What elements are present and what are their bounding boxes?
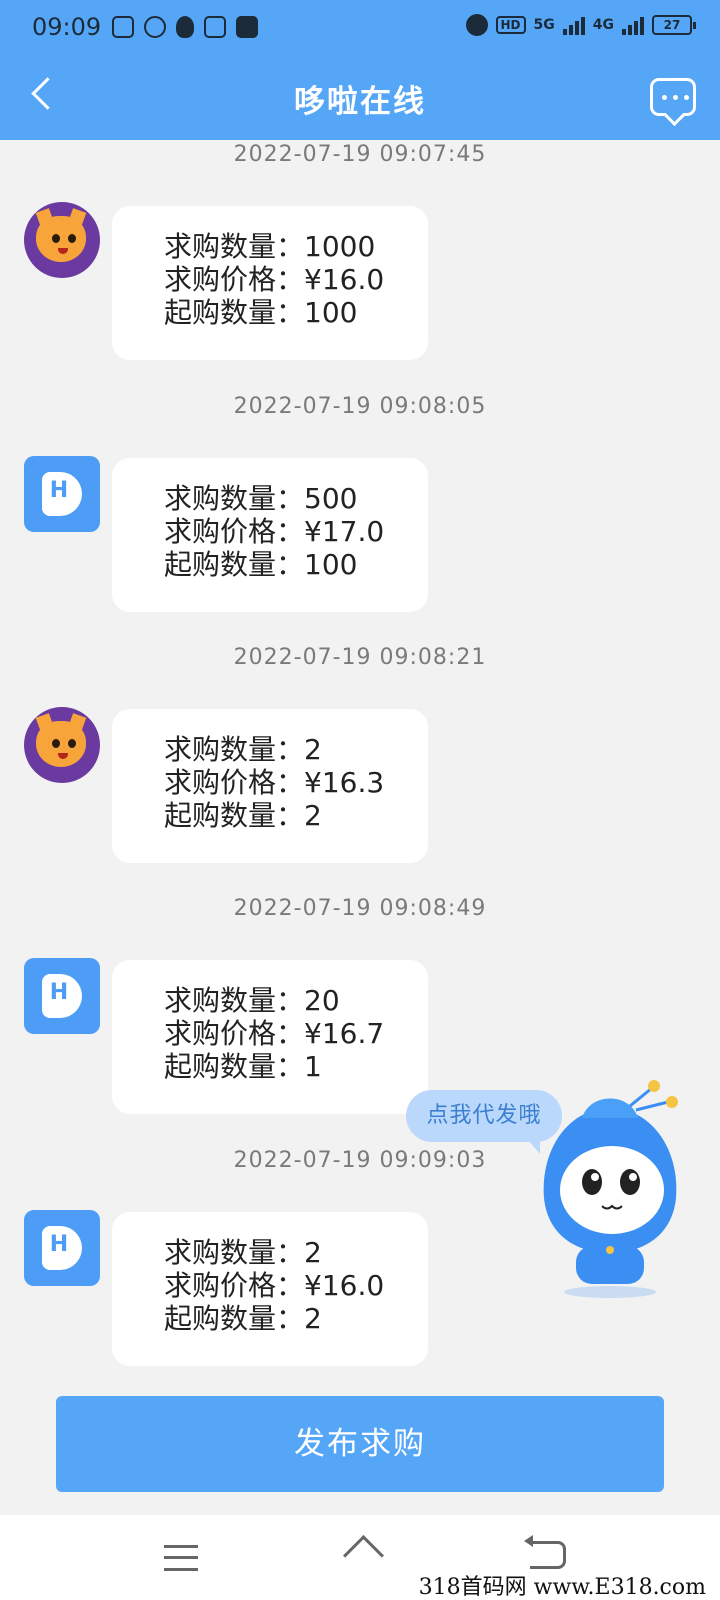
app-avatar[interactable]: H bbox=[24, 456, 100, 532]
cat-eye bbox=[68, 739, 76, 748]
mascot-icon[interactable] bbox=[530, 1078, 690, 1308]
quantity-label: 求购数量： bbox=[164, 733, 305, 766]
notification-icons bbox=[112, 16, 258, 38]
min-quantity-label: 起购数量： bbox=[164, 296, 305, 329]
quantity-label: 求购数量： bbox=[164, 984, 305, 1017]
price-row: 求购价格：¥16.3 bbox=[164, 766, 428, 799]
signal-4g-icon bbox=[622, 15, 644, 35]
min-quantity-label: 起购数量： bbox=[164, 1050, 305, 1083]
min-quantity-row: 起购数量：1 bbox=[164, 1050, 428, 1083]
cat-eye bbox=[52, 739, 60, 748]
network-5g-label: 5G bbox=[533, 17, 555, 33]
publish-purchase-button[interactable]: 发布求购 bbox=[56, 1396, 664, 1492]
app-logo-letter: H bbox=[49, 478, 69, 503]
page-title: 哆啦在线 bbox=[294, 84, 426, 120]
price-value: ¥16.3 bbox=[304, 766, 385, 799]
quantity-value: 1000 bbox=[304, 230, 376, 263]
app-logo-icon: H bbox=[42, 974, 82, 1018]
quantity-row: 求购数量：2 bbox=[164, 733, 428, 766]
quantity-label: 求购数量： bbox=[164, 482, 305, 515]
price-value: ¥16.0 bbox=[304, 263, 385, 296]
chat-bubble[interactable]: 求购数量：1000 求购价格：¥16.0 起购数量：100 bbox=[112, 206, 428, 360]
app-notification-icon bbox=[236, 16, 258, 38]
price-row: 求购价格：¥16.0 bbox=[164, 1269, 428, 1302]
quantity-value: 2 bbox=[304, 1236, 322, 1269]
cat-eye bbox=[68, 234, 76, 243]
chat-bubble[interactable]: 求购数量：500 求购价格：¥17.0 起购数量：100 bbox=[112, 458, 428, 612]
quantity-row: 求购数量：500 bbox=[164, 482, 428, 515]
price-value: ¥17.0 bbox=[304, 515, 385, 548]
price-value: ¥16.0 bbox=[304, 1269, 385, 1302]
hd-indicator: HD bbox=[495, 16, 526, 34]
min-quantity-row: 起购数量：100 bbox=[164, 296, 428, 329]
min-quantity-value: 100 bbox=[304, 296, 358, 329]
signal-5g-icon bbox=[562, 15, 585, 35]
hotspot-notification-icon bbox=[204, 16, 226, 38]
header-bar: 哆啦在线 bbox=[0, 56, 720, 140]
message-chat-icon[interactable] bbox=[650, 78, 696, 116]
quantity-row: 求购数量：20 bbox=[164, 984, 428, 1017]
menu-icon[interactable] bbox=[164, 1545, 198, 1571]
message-timestamp: 2022-07-19 09:08:49 bbox=[233, 896, 487, 921]
message-timestamp: 2022-07-19 09:07:45 bbox=[233, 142, 487, 167]
price-label: 求购价格： bbox=[164, 766, 305, 799]
home-icon[interactable] bbox=[340, 1537, 386, 1573]
app-avatar[interactable]: H bbox=[24, 1210, 100, 1286]
quantity-row: 求购数量：1000 bbox=[164, 230, 428, 263]
min-quantity-value: 2 bbox=[304, 799, 322, 832]
min-quantity-value: 1 bbox=[304, 1050, 322, 1083]
quantity-value: 20 bbox=[304, 984, 340, 1017]
price-row: 求购价格：¥17.0 bbox=[164, 515, 428, 548]
qq-notification-icon bbox=[176, 16, 194, 38]
quantity-value: 2 bbox=[304, 733, 322, 766]
cat-face bbox=[36, 721, 86, 767]
price-value: ¥16.7 bbox=[304, 1017, 385, 1050]
price-row: 求购价格：¥16.0 bbox=[164, 263, 428, 296]
watermark-text: 318首码网 www.E318.com bbox=[414, 1569, 710, 1600]
cat-face bbox=[36, 216, 86, 262]
network-4g-label: 4G bbox=[592, 17, 614, 33]
min-quantity-label: 起购数量： bbox=[164, 799, 305, 832]
chat-bubble[interactable]: 求购数量：2 求购价格：¥16.0 起购数量：2 bbox=[112, 1212, 428, 1366]
chat-bubble[interactable]: 求购数量：2 求购价格：¥16.3 起购数量：2 bbox=[112, 709, 428, 863]
price-label: 求购价格： bbox=[164, 1269, 305, 1302]
alarm-icon bbox=[465, 14, 488, 36]
gallery-notification-icon bbox=[112, 16, 134, 38]
min-quantity-row: 起购数量：100 bbox=[164, 548, 428, 581]
chat-dots bbox=[662, 95, 689, 100]
min-quantity-row: 起购数量：2 bbox=[164, 1302, 428, 1335]
back-arrow-icon[interactable] bbox=[524, 1535, 566, 1569]
status-right: HD 5G 4G 27 bbox=[465, 14, 696, 36]
message-timestamp: 2022-07-19 09:08:21 bbox=[233, 645, 487, 670]
sync-notification-icon bbox=[144, 16, 166, 38]
message-timestamp: 2022-07-19 09:08:05 bbox=[233, 394, 487, 419]
min-quantity-label: 起购数量： bbox=[164, 548, 305, 581]
status-bar: 09:09 HD 5G 4G 27 bbox=[0, 0, 720, 56]
cat-avatar[interactable] bbox=[24, 707, 100, 783]
price-row: 求购价格：¥16.7 bbox=[164, 1017, 428, 1050]
app-logo-letter: H bbox=[49, 980, 69, 1005]
min-quantity-label: 起购数量： bbox=[164, 1302, 305, 1335]
cat-eye bbox=[52, 234, 60, 243]
quantity-label: 求购数量： bbox=[164, 1236, 305, 1269]
app-logo-icon: H bbox=[42, 472, 82, 516]
cat-avatar[interactable] bbox=[24, 202, 100, 278]
min-quantity-value: 100 bbox=[304, 548, 358, 581]
min-quantity-value: 2 bbox=[304, 1302, 322, 1335]
price-label: 求购价格： bbox=[164, 263, 305, 296]
app-logo-icon: H bbox=[42, 1226, 82, 1270]
min-quantity-row: 起购数量：2 bbox=[164, 799, 428, 832]
app-logo-letter: H bbox=[49, 1232, 69, 1257]
quantity-value: 500 bbox=[304, 482, 358, 515]
app-avatar[interactable]: H bbox=[24, 958, 100, 1034]
chat-bubble[interactable]: 求购数量：20 求购价格：¥16.7 起购数量：1 bbox=[112, 960, 428, 1114]
status-time: 09:09 bbox=[32, 13, 102, 41]
quantity-row: 求购数量：2 bbox=[164, 1236, 428, 1269]
battery-icon: 27 bbox=[652, 15, 696, 35]
price-label: 求购价格： bbox=[164, 515, 305, 548]
price-label: 求购价格： bbox=[164, 1017, 305, 1050]
quantity-label: 求购数量： bbox=[164, 230, 305, 263]
